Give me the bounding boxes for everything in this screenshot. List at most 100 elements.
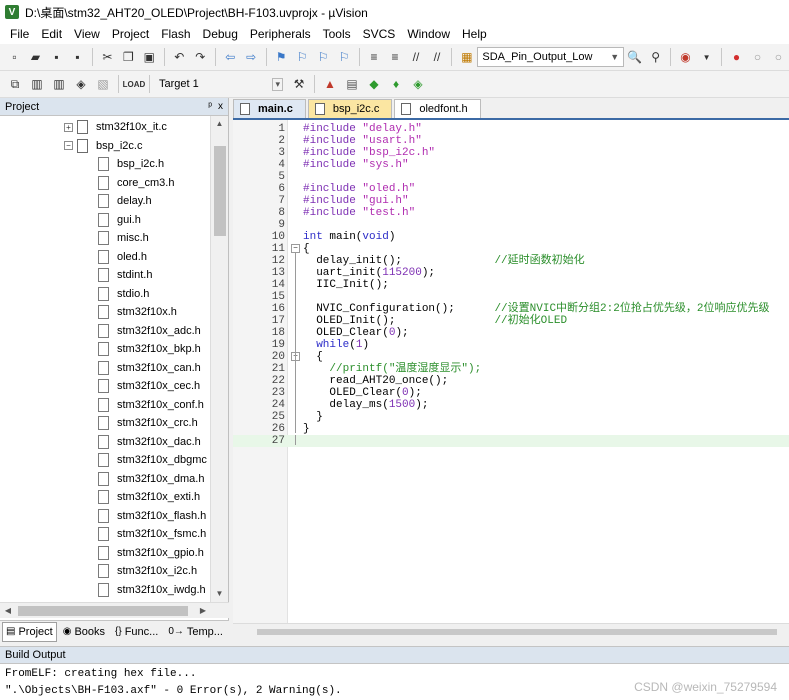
pane-tab-books[interactable]: ◉ Books <box>59 622 109 642</box>
tree-item[interactable]: stm32f10x.h <box>98 303 177 321</box>
pane-tab-temp[interactable]: 0→ Temp... <box>164 622 227 642</box>
save-icon[interactable]: ▪ <box>47 47 66 67</box>
scroll-thumb[interactable] <box>257 629 777 635</box>
tree-item[interactable]: stm32f10x_iwdg.h <box>98 581 206 599</box>
tree-item[interactable]: stm32f10x_adc.h <box>98 322 201 340</box>
menu-view[interactable]: View <box>68 24 106 44</box>
next-bookmark-icon[interactable]: ⚐ <box>314 47 333 67</box>
scroll-thumb[interactable] <box>18 606 188 616</box>
tree-item[interactable]: stm32f10x_fsmc.h <box>98 525 206 543</box>
nav-forward-icon[interactable]: ⇨ <box>242 47 261 67</box>
function-combo[interactable]: SDA_Pin_Output_Low ▼ <box>477 47 625 67</box>
disable-breakpoint-icon[interactable]: ○ <box>748 47 767 67</box>
new-file-icon[interactable]: ▫ <box>5 47 24 67</box>
tree-item[interactable]: bsp_i2c.h <box>98 155 164 173</box>
tree-item[interactable]: stm32f10x_cec.h <box>98 377 200 395</box>
tree-item[interactable]: − bsp_i2c.c <box>64 137 142 155</box>
indent-icon[interactable]: ≡ <box>365 47 384 67</box>
incremental-find-icon[interactable]: ⚲ <box>646 47 665 67</box>
scroll-up-icon[interactable]: ▲ <box>211 116 228 132</box>
debug-icon[interactable]: ◉ <box>676 47 695 67</box>
tree-item[interactable]: stm32f10x_dbgmc <box>98 451 207 469</box>
pin-icon[interactable]: ᵖ <box>208 101 212 112</box>
tree-item[interactable]: stm32f10x_can.h <box>98 359 201 377</box>
download-icon[interactable]: LOAD <box>123 74 146 94</box>
tree-item[interactable]: stdio.h <box>98 285 149 303</box>
pane-tab-project[interactable]: ▤ Project <box>2 621 57 642</box>
editor-tab[interactable]: bsp_i2c.c <box>307 99 393 118</box>
editor-tab[interactable]: main.c <box>233 99 306 118</box>
debug-dropdown-icon[interactable]: ▼ <box>697 47 716 67</box>
tree-item[interactable]: stm32f10x_dma.h <box>98 470 204 488</box>
tree-item[interactable]: gui.h <box>98 211 141 229</box>
translate-icon[interactable]: ⧉ <box>5 74 25 94</box>
rebuild-icon[interactable]: ▥ <box>49 74 69 94</box>
tree-item[interactable]: stdint.h <box>98 266 152 284</box>
tree-item[interactable]: stm32f10x_flash.h <box>98 507 206 525</box>
pane-tab-func[interactable]: {} Func... <box>111 622 162 642</box>
project-horizontal-scrollbar[interactable]: ◀ ▶ <box>0 602 229 618</box>
cut-icon[interactable]: ✂ <box>98 47 117 67</box>
tree-item[interactable]: stm32f10x_conf.h <box>98 396 204 414</box>
fold-collapse-icon[interactable]: − <box>291 244 300 253</box>
tree-item[interactable]: oled.h <box>98 248 147 266</box>
breakpoint-icon[interactable]: ● <box>727 47 746 67</box>
stop-build-icon[interactable]: ▧ <box>93 74 113 94</box>
uncomment-icon[interactable]: // <box>427 47 446 67</box>
menu-file[interactable]: File <box>4 24 35 44</box>
redo-icon[interactable]: ↷ <box>191 47 210 67</box>
menu-help[interactable]: Help <box>456 24 493 44</box>
target-options-icon[interactable]: ⚒ <box>289 74 309 94</box>
menu-peripherals[interactable]: Peripherals <box>244 24 317 44</box>
event-recorder-icon[interactable]: ◈ <box>408 74 428 94</box>
expand-icon[interactable]: + <box>64 122 73 132</box>
tree-item[interactable]: stm32f10x_crc.h <box>98 414 198 432</box>
tree-item[interactable]: stm32f10x_gpio.h <box>98 544 204 562</box>
scroll-down-icon[interactable]: ▼ <box>211 586 228 602</box>
editor-tab[interactable]: oledfont.h <box>394 99 481 118</box>
scroll-left-icon[interactable]: ◀ <box>0 603 16 619</box>
scroll-thumb[interactable] <box>214 146 226 236</box>
unindent-icon[interactable]: ≡ <box>386 47 405 67</box>
collapse-icon[interactable]: − <box>64 141 73 150</box>
tree-item[interactable]: stm32f10x_bkp.h <box>98 340 201 358</box>
clear-bookmarks-icon[interactable]: ⚐ <box>335 47 354 67</box>
bookmark-icon[interactable]: ⚑ <box>272 47 291 67</box>
build-icon[interactable]: ▥ <box>27 74 47 94</box>
comment-icon[interactable]: // <box>407 47 426 67</box>
editor-horizontal-scrollbar[interactable] <box>233 623 789 639</box>
select-packs-icon[interactable]: ◆ <box>364 74 384 94</box>
menu-window[interactable]: Window <box>401 24 456 44</box>
manage-project-icon[interactable]: ▲ <box>320 74 340 94</box>
pack-installer-icon[interactable]: ♦ <box>386 74 406 94</box>
menu-svcs[interactable]: SVCS <box>357 24 402 44</box>
find-icon[interactable]: 🔍 <box>625 47 644 67</box>
paste-icon[interactable]: ▣ <box>140 47 159 67</box>
tree-item[interactable]: stm32f10x_exti.h <box>98 488 200 506</box>
menu-debug[interactable]: Debug <box>197 24 244 44</box>
tree-item[interactable]: stm32f10x_dac.h <box>98 433 201 451</box>
find-in-files-icon[interactable]: ▦ <box>457 47 476 67</box>
undo-icon[interactable]: ↶ <box>170 47 189 67</box>
menu-tools[interactable]: Tools <box>317 24 357 44</box>
menu-project[interactable]: Project <box>106 24 155 44</box>
tree-item[interactable]: misc.h <box>98 229 149 247</box>
prev-bookmark-icon[interactable]: ⚐ <box>293 47 312 67</box>
open-folder-icon[interactable]: ▰ <box>26 47 45 67</box>
menu-edit[interactable]: Edit <box>35 24 68 44</box>
tree-item[interactable]: core_cm3.h <box>98 174 174 192</box>
batch-build-icon[interactable]: ◈ <box>71 74 91 94</box>
nav-back-icon[interactable]: ⇦ <box>221 47 240 67</box>
copy-icon[interactable]: ❐ <box>119 47 138 67</box>
target-combo[interactable]: Target 1 ▾ <box>154 74 288 94</box>
manage-rte-icon[interactable]: ▤ <box>342 74 362 94</box>
menu-flash[interactable]: Flash <box>155 24 196 44</box>
save-all-icon[interactable]: ▪ <box>68 47 87 67</box>
clear-breakpoints-icon[interactable]: ○ <box>769 47 788 67</box>
tree-item[interactable]: delay.h <box>98 192 152 210</box>
project-vertical-scrollbar[interactable]: ▲ ▼ <box>210 116 228 602</box>
tree-item[interactable]: + stm32f10x_it.c <box>64 118 167 136</box>
close-icon[interactable]: x <box>218 101 223 112</box>
scroll-right-icon[interactable]: ▶ <box>195 603 211 619</box>
code-editor[interactable]: 1 #include "delay.h" 2 #include "usart.h" 3 #… <box>233 118 789 623</box>
